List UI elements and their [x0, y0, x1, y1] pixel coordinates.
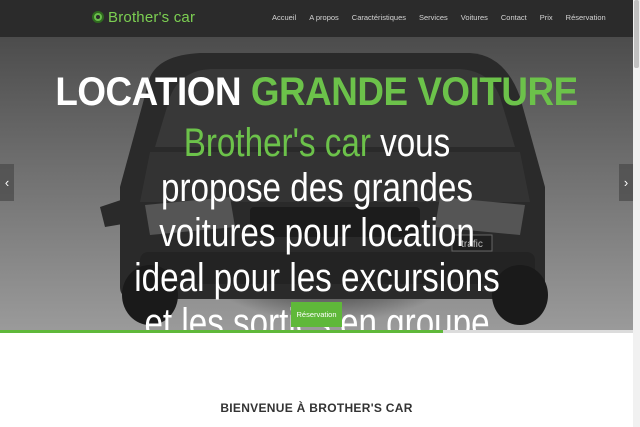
- hero-title-accent: GRANDE VOITURE: [250, 70, 578, 114]
- slider-progress-bar: [0, 330, 633, 333]
- page-scrollbar[interactable]: [633, 0, 640, 427]
- slider-prev-arrow[interactable]: ‹: [0, 164, 14, 201]
- nav-link-voitures[interactable]: Voitures: [461, 13, 488, 22]
- main-nav: Accueil A propos Caractéristiques Servic…: [272, 13, 619, 22]
- nav-link-prix[interactable]: Prix: [540, 13, 553, 22]
- nav-link-services[interactable]: Services: [419, 13, 448, 22]
- nav-link-a-propos[interactable]: A propos: [309, 13, 339, 22]
- chevron-right-icon: ›: [623, 175, 629, 190]
- hero-slider: trafic LOCATION GRANDE VOITURE Brother's…: [0, 37, 633, 333]
- hero-text-brand: Brother's car: [183, 121, 371, 165]
- scrollbar-thumb[interactable]: [634, 0, 639, 68]
- nav-link-contact[interactable]: Contact: [501, 13, 527, 22]
- chevron-left-icon: ‹: [4, 175, 10, 190]
- slider-progress-fill: [0, 330, 444, 333]
- top-navbar: Brother's car Accueil A propos Caractéri…: [0, 0, 633, 37]
- hero-title: LOCATION GRANDE VOITURE: [25, 70, 607, 115]
- brand-name: Brother's car: [108, 8, 196, 26]
- welcome-heading: BIENVENUE À BROTHER'S CAR: [220, 401, 413, 415]
- brand[interactable]: Brother's car: [92, 7, 195, 27]
- slider-next-arrow[interactable]: ›: [619, 164, 633, 201]
- hero-title-main: LOCATION: [55, 70, 242, 114]
- nav-link-reservation[interactable]: Réservation: [566, 13, 606, 22]
- nav-link-accueil[interactable]: Accueil: [272, 13, 296, 22]
- brand-logo-icon: [92, 11, 104, 23]
- nav-link-caracteristiques[interactable]: Caractéristiques: [352, 13, 406, 22]
- reservation-button[interactable]: Réservation: [291, 302, 342, 327]
